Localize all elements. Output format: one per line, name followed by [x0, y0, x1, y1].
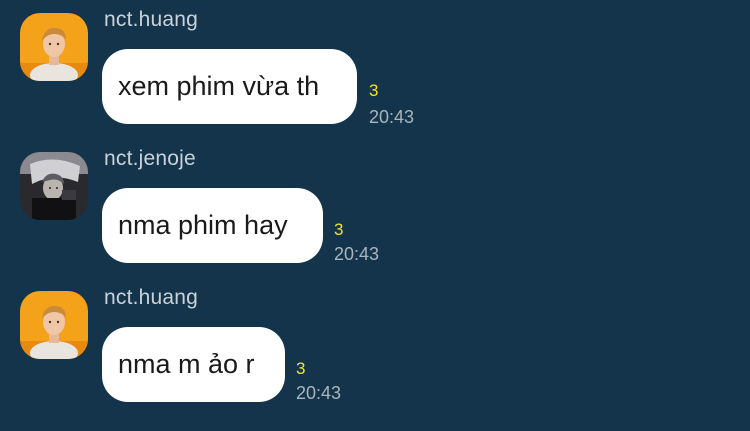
message-time: 20:43 [296, 383, 342, 403]
message-time: 20:43 [334, 244, 380, 264]
unread-count: 3 [334, 220, 344, 239]
chat-message: nct.huang nma m ảo r 3 20:43 [0, 286, 750, 431]
sender-name: nct.jenoje [104, 147, 196, 170]
avatar[interactable] [20, 152, 88, 220]
chat-message: nct.jenoje nma phim hay 3 20:43 [0, 147, 750, 292]
dark-portrait-avatar-icon [20, 152, 88, 220]
unread-count: 3 [369, 81, 379, 100]
orange-portrait-avatar-icon [20, 291, 88, 359]
avatar[interactable] [20, 291, 88, 359]
sender-name: nct.huang [104, 8, 199, 31]
chat-message: nct.huang xem phim vừa th 3 20:43 [0, 8, 750, 153]
message-time: 20:43 [369, 107, 415, 127]
message-bubble[interactable]: nma m ảo r [102, 327, 285, 402]
sender-name: nct.huang [104, 286, 199, 309]
message-bubble[interactable]: nma phim hay [102, 188, 323, 263]
unread-count: 3 [296, 359, 306, 378]
avatar[interactable] [20, 13, 88, 81]
orange-portrait-avatar-icon [20, 13, 88, 81]
message-bubble[interactable]: xem phim vừa th [102, 49, 357, 124]
